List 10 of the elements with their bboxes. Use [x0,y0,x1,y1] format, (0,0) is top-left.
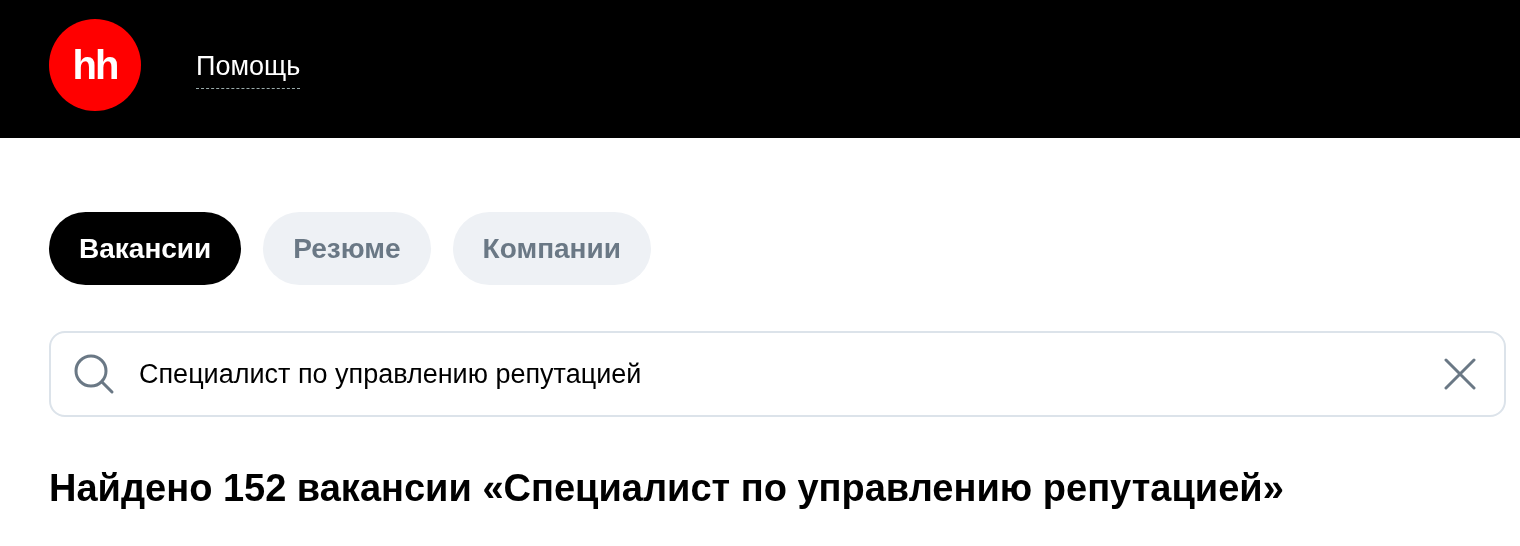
results-heading: Найдено 152 вакансии «Специалист по управлению репутацией» [49,467,1285,510]
tab[interactable]: Компании [452,212,651,285]
search-query: Специалист по управлению репутацией [139,358,643,390]
clear-icon[interactable] [1444,358,1476,390]
search-icon [73,353,115,395]
help-link[interactable]: Помощь [196,51,301,89]
tab[interactable]: Вакансии [49,212,242,285]
tab[interactable]: Резюме [263,212,431,285]
search-field[interactable]: Специалист по управлению репутацией [49,331,1506,417]
logo[interactable]: hh [49,19,141,111]
